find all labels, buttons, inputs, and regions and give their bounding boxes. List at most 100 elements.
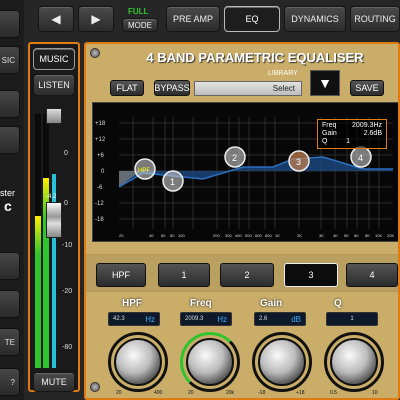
band-button-2[interactable]: 2 — [220, 263, 274, 287]
x-tick-label: 5K — [344, 233, 349, 238]
eq-graph[interactable]: HPF 1 2 3 4 +18 +12 +6 0 -6 -12 -18 20 4… — [92, 102, 398, 242]
hpf-value-display: 42.3 Hz — [108, 312, 160, 326]
q-knob[interactable] — [330, 338, 378, 386]
left-strip-button[interactable] — [0, 252, 20, 280]
y-tick-label: 0 — [101, 169, 105, 175]
x-tick-label: 8K — [365, 233, 370, 238]
gain-max-label: +18 — [296, 390, 305, 396]
x-tick-label: 300 — [225, 233, 232, 238]
y-tick-label: -12 — [95, 201, 104, 207]
readout-row: Q1 — [322, 138, 382, 146]
x-tick-label: 2K — [297, 233, 302, 238]
freq-value: 2009.3 — [185, 316, 204, 322]
freq-unit: Hz — [217, 314, 227, 324]
meter-panel: MUSIC LISTEN -4.2 0 0 -10 -20 -80 MUTE — [28, 42, 80, 392]
eq-node-label: 3 — [296, 157, 301, 167]
prev-button[interactable]: ◀ — [38, 6, 74, 32]
eq-panel: 4 BAND PARAMETRIC EQUALISER FLAT BYPASS … — [84, 42, 400, 400]
left-strip-button[interactable]: TE — [0, 328, 20, 356]
q-min-label: 0.5 — [330, 390, 337, 396]
hpf-unit: Hz — [145, 314, 155, 324]
full-mode-label: FULL — [128, 7, 149, 16]
x-tick-label: 200 — [213, 233, 220, 238]
left-strip-button[interactable] — [0, 290, 20, 318]
tab-dynamics[interactable]: DYNAMICS — [284, 6, 346, 32]
x-tick-label: 40 — [149, 233, 154, 238]
left-strip-button[interactable] — [0, 10, 20, 38]
left-strip-text: c — [4, 198, 12, 214]
freq-max-label: 20k — [226, 390, 235, 396]
y-tick-label: +18 — [95, 121, 106, 127]
scale-label: 0 — [64, 150, 68, 157]
readout-row: Gain 2.6dB — [322, 130, 382, 138]
x-tick-label: 4K — [333, 233, 338, 238]
chevron-left-icon: ◀ — [51, 12, 61, 26]
gain-value: 2.6dB — [363, 130, 382, 137]
tab-pre-amp[interactable]: PRE AMP — [166, 6, 220, 32]
save-button[interactable]: SAVE — [350, 80, 384, 96]
top-bar: ◀ ▶ FULL MODE PRE AMP EQ DYNAMICS ROUTIN… — [24, 0, 400, 38]
gain-value-display: 2.6 dB — [254, 312, 306, 326]
y-tick-label: -6 — [97, 185, 103, 191]
fader-handle[interactable] — [46, 202, 62, 238]
tab-routing[interactable]: ROUTING — [350, 6, 400, 32]
bypass-button[interactable]: BYPASS — [154, 80, 190, 96]
fader-readout: -4.2 — [46, 194, 57, 200]
x-tick-label: 10K — [375, 233, 382, 238]
gain-unit: dB — [291, 314, 301, 324]
x-tick-label: 60 — [161, 233, 166, 238]
tab-eq[interactable]: EQ — [224, 6, 280, 32]
chevron-down-icon: ▼ — [318, 75, 332, 91]
library-select[interactable]: Select — [194, 81, 302, 96]
chevron-right-icon: ▶ — [91, 12, 101, 26]
x-tick-label: 20 — [119, 233, 124, 238]
eq-node-label: 4 — [358, 153, 363, 163]
left-strip-button[interactable] — [0, 90, 20, 118]
left-level-meter — [35, 114, 41, 368]
q-max-label: 10 — [372, 390, 378, 396]
x-tick-label: 600 — [255, 233, 262, 238]
next-button[interactable]: ▶ — [78, 6, 114, 32]
band-button-3[interactable]: 3 — [284, 263, 338, 287]
gain-label: Gain — [322, 130, 337, 137]
freq-min-label: 20 — [188, 390, 194, 396]
eq-node-label: 2 — [232, 153, 237, 163]
gain-value: 2.6 — [259, 316, 268, 322]
left-strip-label: SIC — [1, 55, 15, 65]
freq-knob[interactable] — [186, 338, 234, 386]
screw-icon — [90, 382, 100, 392]
x-tick-label: 800 — [265, 233, 272, 238]
q-value-display: 1 — [326, 312, 378, 326]
y-tick-label: +12 — [95, 137, 106, 143]
x-tick-label: 400 — [235, 233, 242, 238]
mute-button[interactable]: MUTE — [33, 372, 75, 392]
top-fader-cap[interactable] — [46, 108, 62, 124]
left-level-fill — [35, 215, 41, 368]
hpf-max-label: 400 — [154, 390, 163, 396]
listen-button[interactable]: LISTEN — [33, 74, 75, 96]
freq-label: Freq — [322, 122, 337, 129]
music-button[interactable]: MUSIC — [33, 48, 75, 70]
q-label: Q — [322, 138, 328, 145]
left-strip-button[interactable]: SIC — [0, 46, 20, 74]
band-button-4[interactable]: 4 — [346, 263, 398, 287]
left-strip-button[interactable] — [0, 126, 20, 154]
gain-knob[interactable] — [258, 338, 306, 386]
gain-knob-label: Gain — [260, 298, 283, 309]
hpf-knob[interactable] — [114, 338, 162, 386]
mode-button[interactable]: MODE — [122, 18, 158, 32]
library-dropdown-button[interactable]: ▼ — [310, 70, 340, 96]
left-strip-label: TE — [4, 337, 15, 347]
band-button-1[interactable]: 1 — [158, 263, 210, 287]
freq-knob-label: Freq — [190, 298, 212, 309]
x-tick-label: 100 — [178, 233, 185, 238]
left-strip-button[interactable]: ? — [0, 368, 20, 396]
scale-label: 0 — [64, 200, 68, 207]
q-value: 1 — [350, 316, 354, 322]
readout-row: Freq 2009.3Hz — [322, 122, 382, 130]
x-tick-label: 20K — [387, 233, 394, 238]
hpf-knob-label: HPF — [122, 298, 142, 309]
flat-button[interactable]: FLAT — [110, 80, 144, 96]
band-button-hpf[interactable]: HPF — [96, 263, 146, 287]
left-strip: SIC ster c TE ? — [0, 0, 24, 400]
